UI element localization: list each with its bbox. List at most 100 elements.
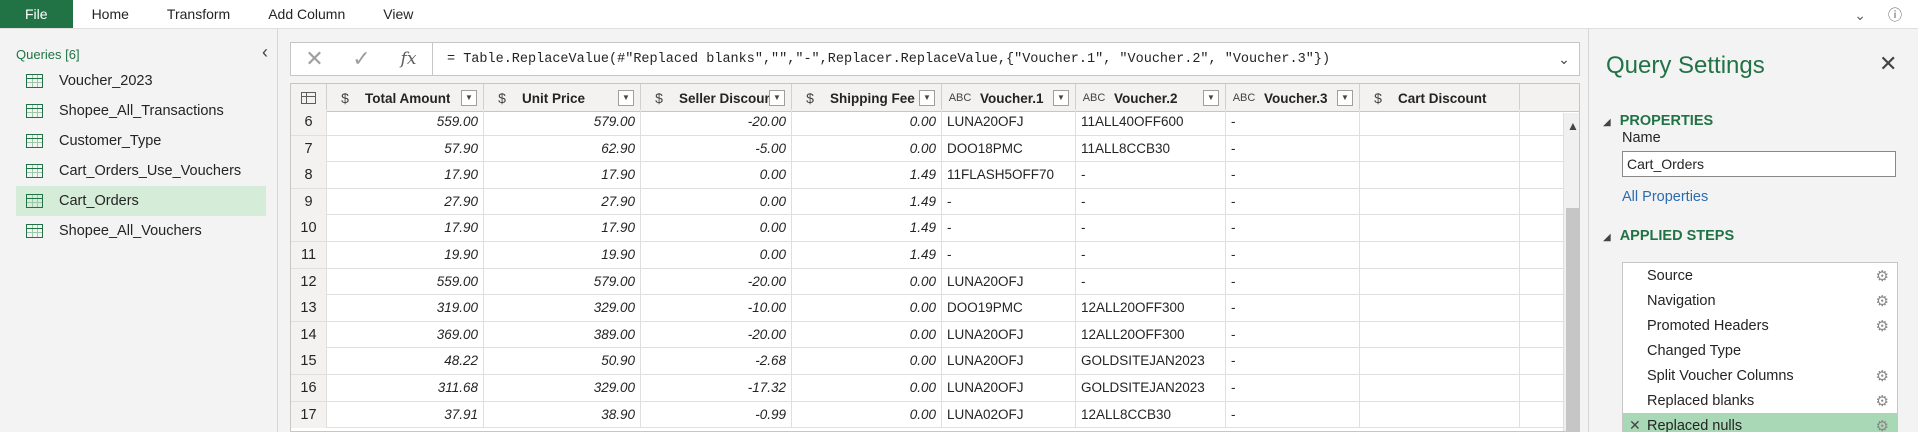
table-cell[interactable]: LUNA20OFJ: [942, 109, 1076, 135]
close-icon[interactable]: ✕: [1879, 51, 1897, 77]
table-cell[interactable]: -0.99: [641, 401, 792, 428]
table-cell[interactable]: -: [942, 188, 1076, 215]
table-row[interactable]: 8 17.90 17.90 0.00 1.49 11FLASH5OFF70- -: [291, 162, 1563, 189]
gear-icon[interactable]: ⚙: [1876, 392, 1889, 410]
help-icon[interactable]: ⓘ: [1888, 8, 1902, 22]
table-cell[interactable]: 17.90: [327, 162, 484, 189]
filter-dropdown-icon[interactable]: ▼: [919, 90, 935, 106]
table-cell[interactable]: 0.00: [792, 375, 942, 401]
query-name-input[interactable]: Cart_Orders: [1622, 151, 1896, 177]
table-row[interactable]: 11 19.90 19.90 0.00 1.49- - -: [291, 242, 1563, 269]
table-cell[interactable]: GOLDSITEJAN2023: [1076, 375, 1226, 401]
table-cell[interactable]: 0.00: [792, 268, 942, 295]
table-cell[interactable]: 1.49: [792, 215, 942, 242]
table-cell[interactable]: -: [942, 215, 1076, 242]
table-row[interactable]: 13 319.00 329.00 -10.00 0.00 DOO19PMC 12ALL20O…: [291, 295, 1563, 322]
table-cell[interactable]: [1360, 375, 1520, 401]
table-row[interactable]: 9 27.90 27.90 0.00 1.49- - -: [291, 188, 1563, 216]
scrollbar-thumb[interactable]: [1566, 208, 1579, 431]
table-cell[interactable]: 50.90: [484, 348, 641, 375]
formula-input[interactable]: = Table.ReplaceValue(#"Replaced blanks",…: [433, 52, 1549, 67]
table-cell[interactable]: -: [1226, 109, 1360, 135]
table-cell[interactable]: 0.00: [641, 242, 792, 268]
table-cell[interactable]: -: [1226, 268, 1360, 295]
query-item[interactable]: Cart_Orders: [16, 186, 266, 216]
currency-type-icon[interactable]: $: [1366, 90, 1390, 106]
column-header[interactable]: ABC Voucher.1 ▼: [942, 84, 1076, 112]
table-row[interactable]: 17 37.91 38.90 -0.99 0.00 LUNA02OFJ 12ALL8CCB3…: [291, 401, 1563, 429]
table-cell[interactable]: 11ALL8CCB30: [1076, 135, 1226, 162]
gear-icon[interactable]: ⚙: [1876, 417, 1889, 432]
applied-steps-section[interactable]: ◢ APPLIED STEPS: [1603, 228, 1734, 244]
applied-step[interactable]: Replaced blanks ⚙: [1623, 388, 1897, 413]
gear-icon[interactable]: ⚙: [1876, 367, 1889, 385]
applied-step[interactable]: ✕ Replaced nulls ⚙: [1623, 413, 1897, 432]
table-cell[interactable]: 0.00: [792, 295, 942, 322]
properties-section[interactable]: ◢ PROPERTIES: [1603, 113, 1713, 129]
applied-step[interactable]: Source ⚙: [1623, 263, 1897, 288]
table-cell[interactable]: -: [1226, 188, 1360, 215]
table-cell[interactable]: [1360, 268, 1520, 295]
table-cell[interactable]: -20.00: [641, 321, 792, 348]
table-cell[interactable]: 17.90: [327, 215, 484, 242]
table-cell[interactable]: -10.00: [641, 295, 792, 322]
table-cell[interactable]: LUNA20OFJ: [942, 321, 1076, 348]
table-cell[interactable]: 311.68: [327, 375, 484, 401]
close-icon[interactable]: ✕: [291, 43, 338, 75]
currency-type-icon[interactable]: $: [333, 90, 357, 106]
table-cell[interactable]: -: [1076, 268, 1226, 295]
table-cell[interactable]: -20.00: [641, 109, 792, 135]
filter-dropdown-icon[interactable]: ▼: [461, 90, 477, 106]
collapse-pane-icon[interactable]: ‹: [262, 42, 268, 63]
query-item[interactable]: Customer_Type: [16, 126, 266, 156]
table-cell[interactable]: -: [1076, 162, 1226, 189]
table-cell[interactable]: 17.90: [484, 162, 641, 189]
column-header[interactable]: ABC Voucher.3 ▼: [1226, 84, 1360, 112]
table-cell[interactable]: 1.49: [792, 162, 942, 189]
table-cell[interactable]: 12ALL20OFF300: [1076, 321, 1226, 348]
table-row[interactable]: 10 17.90 17.90 0.00 1.49- - -: [291, 215, 1563, 242]
table-cell[interactable]: LUNA20OFJ: [942, 375, 1076, 401]
table-cell[interactable]: -17.32: [641, 375, 792, 401]
table-cell[interactable]: [1360, 215, 1520, 242]
table-cell[interactable]: -: [1076, 188, 1226, 215]
table-cell[interactable]: [1360, 295, 1520, 322]
table-cell[interactable]: 559.00: [327, 109, 484, 135]
column-header[interactable]: ABC Voucher.2 ▼: [1076, 84, 1226, 112]
table-cell[interactable]: DOO19PMC: [942, 295, 1076, 322]
table-cell[interactable]: 579.00: [484, 268, 641, 295]
table-cell[interactable]: 0.00: [641, 162, 792, 189]
table-cell[interactable]: 0.00: [641, 215, 792, 242]
filter-dropdown-icon[interactable]: ▼: [618, 90, 634, 106]
table-cell[interactable]: -: [1226, 295, 1360, 322]
filter-dropdown-icon[interactable]: ▼: [1203, 90, 1219, 106]
query-item[interactable]: Shopee_All_Transactions: [16, 96, 266, 126]
table-cell[interactable]: -: [1226, 321, 1360, 348]
text-type-icon[interactable]: ABC: [948, 92, 972, 104]
table-cell[interactable]: [1360, 348, 1520, 375]
table-cell[interactable]: [1360, 135, 1520, 162]
currency-type-icon[interactable]: $: [647, 90, 671, 106]
check-icon[interactable]: ✓: [338, 43, 385, 75]
query-item[interactable]: Cart_Orders_Use_Vouchers: [16, 156, 266, 186]
tab-add-column[interactable]: Add Column: [249, 0, 364, 28]
filter-dropdown-icon[interactable]: ▼: [1337, 90, 1353, 106]
table-cell[interactable]: -: [1226, 242, 1360, 268]
table-cell[interactable]: -5.00: [641, 135, 792, 162]
gear-icon[interactable]: ⚙: [1876, 267, 1889, 285]
table-cell[interactable]: 57.90: [327, 135, 484, 162]
chevron-up-icon[interactable]: ▲: [1567, 119, 1579, 133]
table-cell[interactable]: 579.00: [484, 109, 641, 135]
table-cell[interactable]: 319.00: [327, 295, 484, 322]
delete-step-icon[interactable]: ✕: [1629, 417, 1641, 432]
table-cell[interactable]: LUNA02OFJ: [942, 401, 1076, 428]
table-cell[interactable]: 37.91: [327, 401, 484, 428]
table-cell[interactable]: [1360, 162, 1520, 189]
table-cell[interactable]: 329.00: [484, 375, 641, 401]
table-cell[interactable]: 389.00: [484, 321, 641, 348]
all-properties-link[interactable]: All Properties: [1622, 189, 1708, 205]
table-cell[interactable]: [1360, 242, 1520, 268]
applied-step[interactable]: Changed Type: [1623, 338, 1897, 363]
table-cell[interactable]: 27.90: [484, 188, 641, 215]
gear-icon[interactable]: ⚙: [1876, 317, 1889, 335]
